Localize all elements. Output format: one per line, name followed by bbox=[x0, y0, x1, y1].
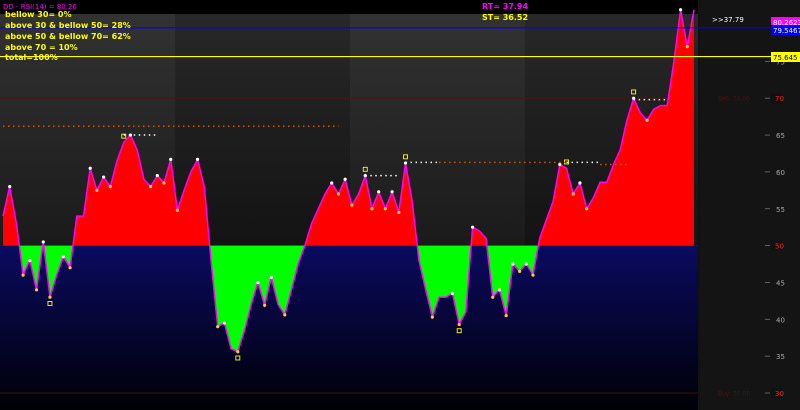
level-note: Buy: 30.00 bbox=[718, 391, 750, 398]
peak-point bbox=[195, 157, 200, 161]
y-tick-label: 30 bbox=[775, 390, 784, 398]
trough-point bbox=[517, 269, 522, 273]
trough-point bbox=[397, 210, 401, 215]
trough-point bbox=[370, 207, 374, 211]
y-tick-label: 45 bbox=[776, 279, 785, 287]
trough-point bbox=[283, 313, 287, 317]
y-tick-label: 70 bbox=[775, 95, 784, 103]
y-tick-label: 35 bbox=[776, 353, 785, 361]
trough-point bbox=[21, 273, 25, 277]
trough-point bbox=[350, 203, 354, 207]
y-tick-label: 55 bbox=[776, 206, 785, 214]
peak-point bbox=[61, 255, 65, 259]
peak-point bbox=[169, 157, 173, 161]
peak-point bbox=[524, 262, 528, 266]
peak-point bbox=[578, 181, 582, 185]
peak-point bbox=[343, 177, 347, 181]
peak-point bbox=[497, 288, 502, 292]
peak-point bbox=[222, 321, 226, 325]
peak-point bbox=[511, 262, 515, 266]
trough-point bbox=[148, 185, 153, 189]
peak-point bbox=[558, 162, 562, 167]
y-tick-label: 60 bbox=[776, 169, 785, 177]
stat-30-50: above 30 & bellow 50= 28% bbox=[5, 21, 131, 30]
trough-point bbox=[457, 322, 461, 327]
below-baseline-zone bbox=[0, 245, 698, 410]
trough-point bbox=[336, 192, 341, 196]
trough-point bbox=[585, 207, 589, 211]
peak-point bbox=[256, 280, 260, 285]
trough-point bbox=[95, 188, 99, 192]
level-note: Sell: 70.00 bbox=[718, 96, 750, 103]
peak-point bbox=[390, 190, 394, 194]
peak-point bbox=[155, 173, 159, 178]
peak-point bbox=[450, 291, 455, 296]
peak-point bbox=[8, 185, 12, 189]
trough-point bbox=[175, 208, 180, 212]
signal-line-label: >>37.79 bbox=[712, 16, 744, 24]
trough-point bbox=[571, 192, 575, 196]
peak-point bbox=[471, 225, 475, 229]
stat-above-70: above 70 = 10% bbox=[5, 43, 78, 52]
peak-point bbox=[678, 8, 683, 12]
peak-point bbox=[41, 240, 45, 244]
trough-point bbox=[531, 273, 535, 277]
rsi-chart: >>37.79 Sell: 70.00 Buy: 30.00 30 35 40 45 50 5… bbox=[0, 0, 800, 410]
trough-point bbox=[34, 288, 39, 292]
trough-point bbox=[504, 314, 508, 318]
st-value: ST= 36.52 bbox=[482, 13, 528, 22]
stat-below-30: bellow 30= 0% bbox=[5, 10, 72, 19]
trough-point bbox=[162, 181, 166, 185]
value-tag-text: 79.5467 bbox=[773, 27, 800, 35]
trough-point bbox=[236, 350, 240, 354]
peak-point bbox=[88, 166, 92, 170]
trough-point bbox=[491, 295, 495, 299]
trough-point bbox=[645, 118, 649, 122]
trough-point bbox=[48, 295, 52, 299]
trough-point bbox=[685, 45, 689, 49]
trough-point bbox=[108, 185, 112, 189]
trough-point bbox=[430, 315, 434, 319]
peak-point bbox=[102, 175, 106, 179]
y-tick-label: 65 bbox=[776, 132, 785, 140]
y-tick-label: 40 bbox=[776, 316, 785, 324]
peak-point bbox=[377, 190, 381, 194]
rt-value: RT= 37.94 bbox=[482, 2, 528, 11]
trough-point bbox=[383, 207, 387, 211]
stat-total: total=100% bbox=[5, 53, 58, 62]
trough-point bbox=[68, 266, 72, 270]
value-tag-text: 75.645 bbox=[773, 54, 798, 62]
y-tick-label: 50 bbox=[775, 243, 784, 251]
peak-point bbox=[28, 258, 32, 262]
stat-50-70: above 50 & bellow 70= 62% bbox=[5, 32, 131, 41]
trough-point bbox=[263, 303, 267, 307]
peak-point bbox=[269, 275, 273, 279]
trough-point bbox=[216, 325, 220, 329]
peak-point bbox=[330, 181, 334, 185]
